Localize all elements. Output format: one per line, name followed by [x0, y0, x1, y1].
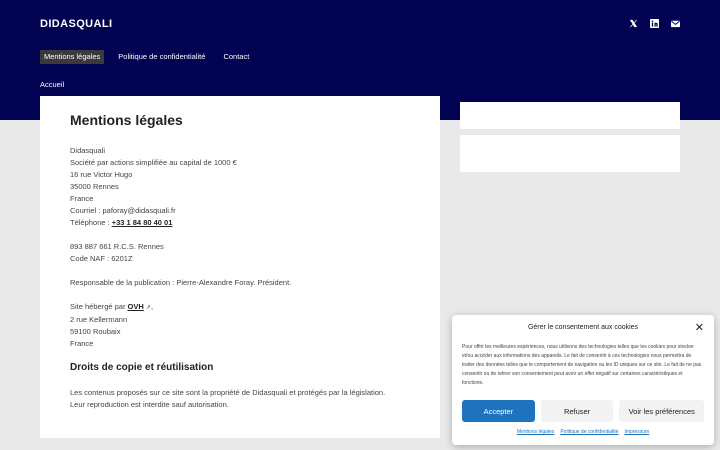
refuse-button[interactable]: Refuser	[540, 400, 614, 422]
email-line: Courriel : paforay@didasquali.fr	[70, 206, 176, 215]
sidebar-widget	[460, 135, 680, 172]
copyright-text: Les contenus proposés sur ce site sont l…	[70, 387, 410, 411]
host-address-1: 2 rue Kellermann	[70, 315, 128, 324]
cookie-link-impressum[interactable]: Impressum	[624, 429, 649, 435]
copyright-line-1: Les contenus proposés sur ce site sont l…	[70, 388, 386, 397]
cookie-text: Pour offrir les meilleures expériences, …	[462, 344, 702, 386]
breadcrumb[interactable]: Accueil	[40, 80, 64, 89]
country: France	[70, 194, 94, 203]
cookie-buttons: Accepter Refuser Voir les préférences	[462, 400, 704, 422]
cookie-links: Mentions légales Politique de confidenti…	[462, 429, 704, 435]
publication-manager: Responsable de la publication : Pierre-A…	[70, 278, 292, 287]
sidebar-widget	[460, 102, 680, 129]
company-name: Didasquali	[70, 146, 106, 155]
host-address-2: 59100 Roubaix	[70, 327, 121, 336]
host-info: Site hébergé par OVH ↗, 2 rue Kellermann…	[70, 301, 410, 350]
cookie-link-privacy[interactable]: Politique de confidentialité	[560, 429, 618, 435]
copyright-line-2: Leur reproduction est interdite sauf aut…	[70, 400, 229, 409]
address-line-1: 16 rue Victor Hugo	[70, 170, 133, 179]
registration-info: 893 887 661 R.C.S. Rennes Code NAF : 620…	[70, 241, 410, 265]
cookie-consent-dialog: Gérer le consentement aux cookies ✕ Pour…	[452, 315, 714, 445]
page-title: Mentions légales	[70, 112, 183, 128]
nav-item-contact[interactable]: Contact	[219, 50, 253, 64]
x-twitter-icon[interactable]	[629, 18, 638, 29]
nav-item-politique-confidentialite[interactable]: Politique de confidentialité	[114, 50, 209, 64]
cookie-title: Gérer le consentement aux cookies	[527, 324, 639, 331]
nav-item-mentions-legales[interactable]: Mentions légales	[40, 50, 105, 64]
rcs-number: 893 887 661 R.C.S. Rennes	[70, 242, 164, 251]
phone-link[interactable]: +33 1 84 80 40 01	[112, 218, 173, 227]
publication-info: Responsable de la publication : Pierre-A…	[70, 277, 410, 289]
section-title-copyright: Droits de copie et réutilisation	[70, 362, 214, 373]
phone-line: Téléphone : +33 1 84 80 40 01	[70, 217, 410, 229]
main-nav: Mentions légales Politique de confidenti…	[40, 50, 253, 64]
phone-label: Téléphone :	[70, 218, 112, 227]
linkedin-icon[interactable]	[650, 18, 659, 29]
accept-button[interactable]: Accepter	[462, 400, 535, 422]
close-icon[interactable]: ✕	[695, 321, 704, 334]
main-content: Mentions légales Didasquali Société par …	[40, 96, 440, 438]
envelope-icon[interactable]	[671, 18, 680, 29]
host-line: Site hébergé par OVH ↗,	[70, 301, 410, 314]
site-brand[interactable]: DIDASQUALI	[40, 18, 112, 30]
cookie-link-mentions[interactable]: Mentions légales	[517, 429, 555, 435]
host-suffix: ,	[150, 302, 154, 311]
company-description: Société par actions simplifiée au capita…	[70, 158, 237, 167]
preferences-button[interactable]: Voir les préférences	[619, 400, 704, 422]
host-country: France	[70, 339, 94, 348]
company-info: Didasquali Société par actions simplifié…	[70, 145, 410, 229]
host-label: Site hébergé par	[70, 302, 128, 311]
naf-code: Code NAF : 6201Z	[70, 254, 133, 263]
host-link[interactable]: OVH	[128, 302, 144, 311]
address-line-2: 35000 Rennes	[70, 182, 119, 191]
social-links	[629, 18, 680, 29]
